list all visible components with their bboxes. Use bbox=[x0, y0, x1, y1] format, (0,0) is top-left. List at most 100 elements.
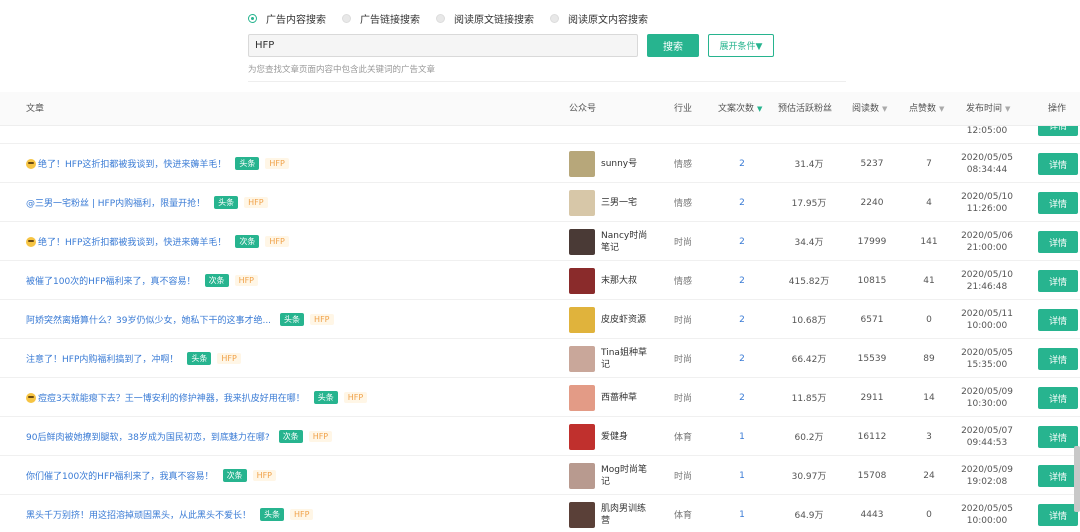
article-title-cell[interactable]: 绝了！HFP这折扣都被我谈到，快进来薅羊毛！ 次条 HFP bbox=[26, 222, 546, 261]
times-cell[interactable]: 2 bbox=[725, 144, 759, 183]
article-title-cell[interactable]: 绝了！HFP这折扣都被我谈到，快进来薅羊毛！ 头条 HFP bbox=[26, 144, 546, 183]
account-cell[interactable]: 末那大叔 bbox=[569, 261, 669, 300]
likes-cell: 141 bbox=[920, 236, 938, 247]
account-name[interactable]: Nancy时尚 笔记 bbox=[601, 230, 647, 254]
account-cell[interactable]: Tina姐种草记 bbox=[569, 339, 669, 378]
account-cell[interactable]: 三男一宅 bbox=[569, 183, 669, 222]
expand-conditions-button[interactable]: 展开条件▼ bbox=[708, 34, 774, 57]
search-button[interactable]: 搜索 bbox=[647, 34, 699, 57]
article-title[interactable]: 痘痘3天就能瘪下去？王一博安利的修护神器，我来扒皮好用在哪！ bbox=[38, 391, 305, 404]
article-title[interactable]: 绝了！HFP这折扣都被我谈到，快进来薅羊毛！ bbox=[38, 157, 226, 170]
detail-button[interactable]: 详情 bbox=[1038, 153, 1078, 175]
article-title[interactable]: 阿娇突然离婚算什么？39岁仍似少女，她私下干的这事才绝... bbox=[26, 313, 271, 326]
account-cell[interactable]: 肌肉男训练营 bbox=[569, 495, 669, 532]
article-title-cell[interactable]: 90后鲜肉被她撩到腿软，38岁成为国民初恋，到底魅力在哪? 次条 HFP bbox=[26, 417, 546, 456]
detail-button[interactable]: 详情 bbox=[1038, 270, 1078, 292]
detail-button[interactable]: 详情 bbox=[1038, 126, 1078, 136]
account-cell[interactable]: Nancy时尚 笔记 bbox=[569, 222, 669, 261]
account-name[interactable]: 皮皮虾资源 bbox=[601, 314, 646, 326]
article-title-cell[interactable]: 痘痘3天就能瘪下去？王一博安利的修护神器，我来扒皮好用在哪！ 头条 HFP bbox=[26, 378, 546, 417]
detail-button[interactable]: 详情 bbox=[1038, 309, 1078, 331]
times-cell[interactable]: 2 bbox=[725, 300, 759, 339]
header-fans[interactable]: 预估活跃粉丝 bbox=[778, 92, 832, 126]
industry-cell: 情感 bbox=[673, 277, 692, 287]
account-name[interactable]: 爱健身 bbox=[601, 431, 628, 443]
likes-cell: 14 bbox=[923, 392, 935, 403]
times-cell[interactable]: 2 bbox=[725, 222, 759, 261]
scrollbar-handle[interactable] bbox=[1074, 446, 1080, 512]
account-name[interactable]: Tina姐种草记 bbox=[601, 347, 647, 371]
article-title-cell[interactable]: 被催了100次的HFP福利来了，真不容易！ 次条 HFP bbox=[26, 261, 546, 300]
detail-button[interactable]: 详情 bbox=[1038, 231, 1078, 253]
account-avatar bbox=[569, 228, 595, 255]
detail-button[interactable]: 详情 bbox=[1038, 348, 1078, 370]
times-cell[interactable]: 2 bbox=[725, 261, 759, 300]
article-title[interactable]: 黑头千万别挤！用这招溶掉顽固黑头，从此黑头不爱长！ bbox=[26, 508, 251, 521]
account-cell[interactable]: 皮皮虾资源 bbox=[569, 300, 669, 339]
detail-button[interactable]: 详情 bbox=[1038, 465, 1078, 487]
account-avatar bbox=[569, 150, 595, 177]
publish-time: 19:02:08 bbox=[966, 476, 1008, 487]
header-account: 公众号 bbox=[569, 92, 596, 126]
position-tag: 次条 bbox=[235, 235, 260, 248]
publish-time: 21:46:48 bbox=[966, 281, 1008, 292]
times-cell[interactable]: 1 bbox=[725, 456, 759, 495]
search-mode-original-link[interactable]: 阅读原文链接搜索 bbox=[436, 11, 534, 26]
detail-button[interactable]: 详情 bbox=[1038, 426, 1078, 448]
article-title[interactable]: 被催了100次的HFP福利来了，真不容易！ bbox=[26, 274, 196, 287]
search-mode-ad-link[interactable]: 广告链接搜索 bbox=[342, 11, 420, 26]
header-reads[interactable]: 阅读数 ▼ bbox=[852, 92, 887, 126]
publish-time: 11:26:00 bbox=[966, 203, 1008, 214]
likes-cell: 0 bbox=[926, 509, 932, 520]
search-hint: 为您查找文章页面内容中包含此关键词的广告文章 bbox=[248, 65, 436, 75]
table-row: 阿娇突然离婚算什么？39岁仍似少女，她私下干的这事才绝... 头条 HFP 皮皮… bbox=[0, 300, 1080, 339]
keyword-tag: HFP bbox=[234, 275, 259, 286]
account-name[interactable]: 西蔷种草 bbox=[601, 392, 637, 404]
account-name[interactable]: sunny号 bbox=[601, 158, 637, 170]
search-mode-group: 广告内容搜索 广告链接搜索 阅读原文链接搜索 阅读原文内容搜索 bbox=[248, 8, 848, 28]
search-mode-original-content[interactable]: 阅读原文内容搜索 bbox=[550, 11, 648, 26]
account-cell[interactable]: 爱健身 bbox=[569, 417, 669, 456]
account-name[interactable]: Mog时尚笔记 bbox=[601, 464, 647, 488]
header-likes[interactable]: 点赞数 ▼ bbox=[909, 92, 944, 126]
publish-time-cell: 2020/05/10 21:46:48 bbox=[954, 261, 1020, 300]
header-label: 公众号 bbox=[569, 104, 597, 114]
times-cell[interactable]: 2 bbox=[725, 183, 759, 222]
article-title[interactable]: 你们催了100次的HFP福利来了，我真不容易！ bbox=[26, 469, 214, 482]
grinning-face-icon bbox=[26, 236, 36, 247]
header-article: 文章 bbox=[26, 92, 44, 126]
account-cell[interactable]: Mog时尚笔记 bbox=[569, 456, 669, 495]
search-mode-ad-content[interactable]: 广告内容搜索 bbox=[248, 11, 326, 26]
article-title-cell[interactable]: @三男一宅粉丝 | HFP内购福利，限量开抢！ 头条 HFP bbox=[26, 183, 546, 222]
account-cell[interactable]: 西蔷种草 bbox=[569, 378, 669, 417]
account-cell[interactable]: sunny号 bbox=[569, 144, 669, 183]
article-title-cell[interactable]: 注意了！HFP内购福利搞到了，冲啊！ 头条 HFP bbox=[26, 339, 546, 378]
header-times[interactable]: 文案次数 ▼ bbox=[718, 92, 762, 126]
times-cell[interactable]: 2 bbox=[725, 339, 759, 378]
account-name-line: 爱健身 bbox=[601, 431, 629, 442]
account-name-line: 笔记 bbox=[601, 242, 620, 253]
publish-date: 2020/05/09 bbox=[961, 464, 1013, 475]
article-title-cell[interactable]: 你们催了100次的HFP福利来了，我真不容易！ 次条 HFP bbox=[26, 456, 546, 495]
article-title-cell[interactable]: 阿娇突然离婚算什么？39岁仍似少女，她私下干的这事才绝... 头条 HFP bbox=[26, 300, 546, 339]
detail-button[interactable]: 详情 bbox=[1038, 192, 1078, 214]
detail-button[interactable]: 详情 bbox=[1038, 504, 1078, 526]
times-cell[interactable]: 1 bbox=[725, 417, 759, 456]
times-cell[interactable]: 2 bbox=[725, 378, 759, 417]
article-title-cell[interactable]: 黑头千万别挤！用这招溶掉顽固黑头，从此黑头不爱长！ 头条 HFP bbox=[26, 495, 546, 532]
times-cell[interactable]: 1 bbox=[725, 495, 759, 532]
article-title[interactable]: 90后鲜肉被她撩到腿软，38岁成为国民初恋，到底魅力在哪? bbox=[26, 430, 270, 443]
header-publish[interactable]: 发布时间 ▼ bbox=[966, 92, 1010, 126]
account-name[interactable]: 三男一宅 bbox=[601, 197, 637, 209]
publish-time-cell: 2020/05/09 10:30:00 bbox=[954, 378, 1020, 417]
article-title[interactable]: 绝了！HFP这折扣都被我谈到，快进来薅羊毛！ bbox=[38, 235, 226, 248]
article-title[interactable]: @三男一宅粉丝 | HFP内购福利，限量开抢！ bbox=[26, 196, 205, 209]
account-name[interactable]: 肌肉男训练营 bbox=[601, 503, 646, 527]
publish-time-cell: 2020/05/09 19:02:08 bbox=[954, 456, 1020, 495]
account-name[interactable]: 末那大叔 bbox=[601, 275, 637, 287]
publish-date: 2020/05/11 bbox=[961, 308, 1013, 319]
detail-button[interactable]: 详情 bbox=[1038, 387, 1078, 409]
search-panel: 广告内容搜索 广告链接搜索 阅读原文链接搜索 阅读原文内容搜索 搜索 展开条件▼… bbox=[248, 8, 848, 75]
article-title[interactable]: 注意了！HFP内购福利搞到了，冲啊！ bbox=[26, 352, 178, 365]
search-input[interactable] bbox=[248, 34, 638, 57]
